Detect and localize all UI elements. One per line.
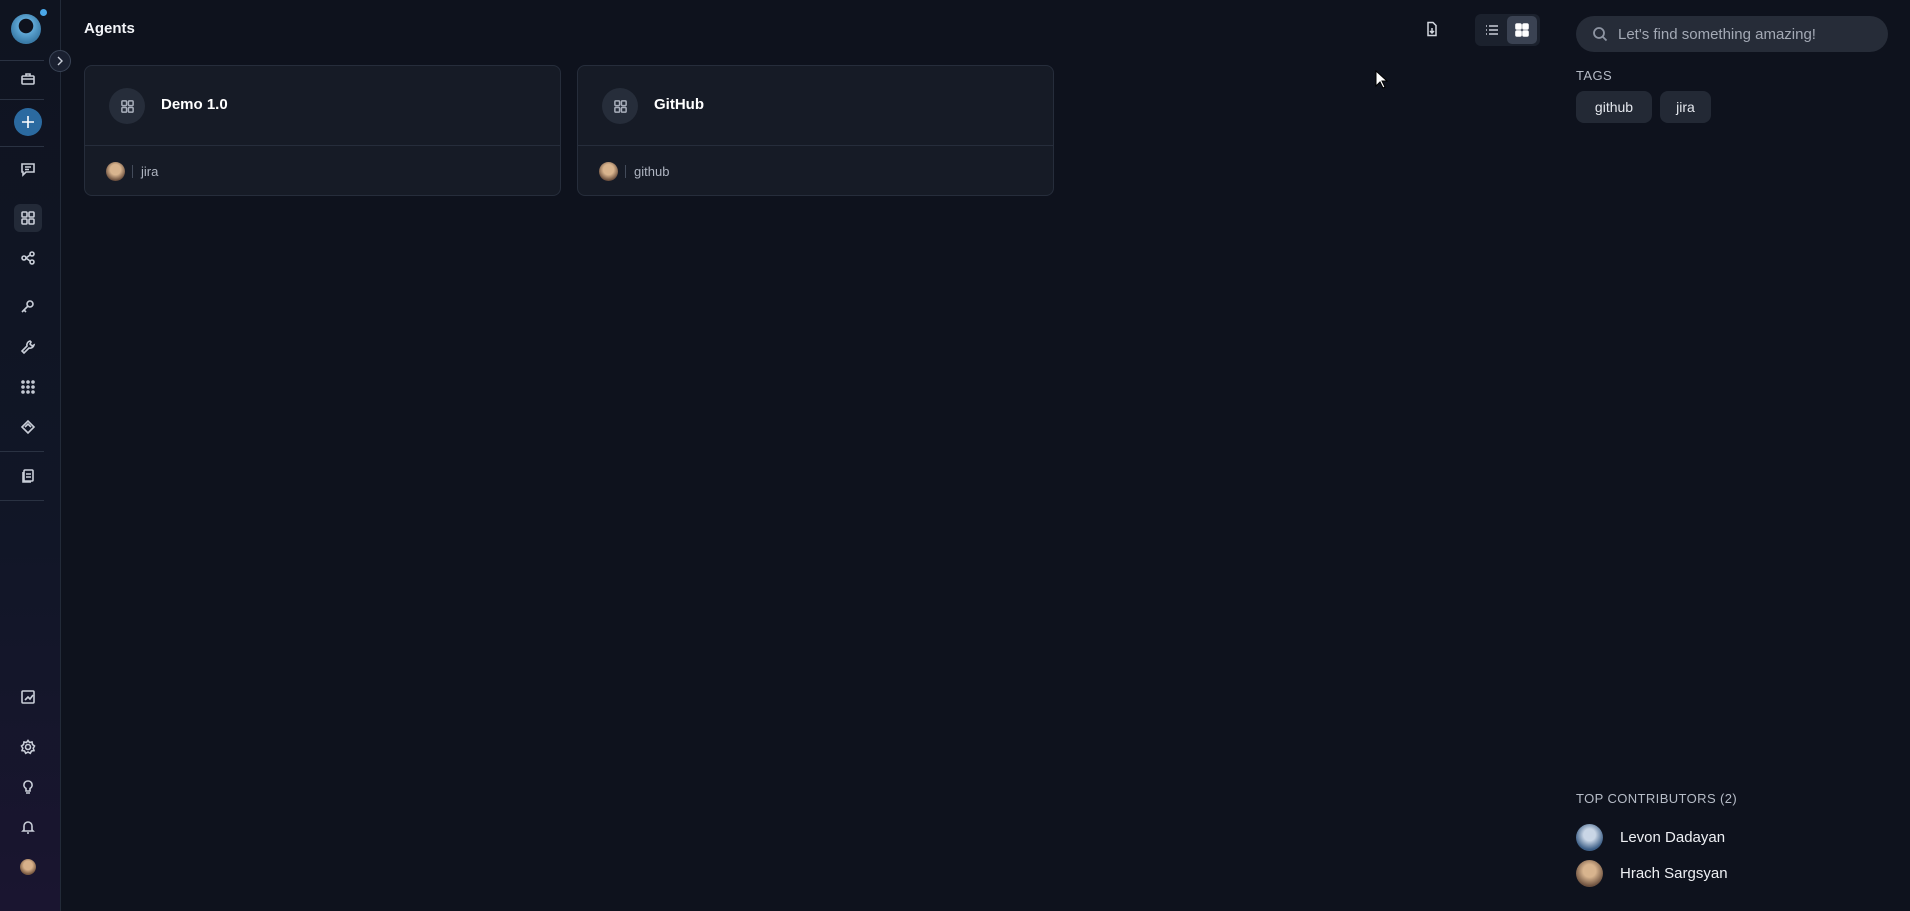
briefcase-icon bbox=[21, 73, 35, 85]
contributor-item[interactable]: Hrach Sargsyan bbox=[1576, 859, 1728, 887]
report-icon bbox=[21, 690, 35, 704]
sidebar-item-settings[interactable] bbox=[14, 733, 42, 761]
sidebar-item-notifications[interactable] bbox=[14, 813, 42, 841]
separator bbox=[625, 165, 626, 178]
agent-card-footer: github bbox=[578, 146, 1053, 196]
author-avatar bbox=[599, 162, 618, 181]
sidebar-item-prompts[interactable] bbox=[14, 413, 42, 441]
chat-icon bbox=[21, 163, 35, 177]
author-avatar bbox=[106, 162, 125, 181]
export-button[interactable] bbox=[1419, 16, 1445, 42]
sidebar bbox=[0, 0, 61, 911]
contributor-avatar bbox=[1576, 823, 1603, 851]
status-dot bbox=[40, 9, 47, 16]
top-contributors-label: TOP CONTRIBUTORS (2) bbox=[1576, 791, 1738, 806]
prompts-icon bbox=[20, 419, 36, 435]
settings-icon bbox=[20, 739, 36, 755]
sidebar-item-chat[interactable] bbox=[14, 155, 42, 183]
bell-icon bbox=[21, 821, 35, 834]
sidebar-create-button[interactable] bbox=[14, 108, 42, 136]
sidebar-item-tools[interactable] bbox=[14, 333, 42, 361]
agent-card-tag[interactable]: github bbox=[634, 164, 669, 179]
separator bbox=[132, 165, 133, 178]
agent-card-footer: jira bbox=[85, 146, 560, 196]
grid-view-button[interactable] bbox=[1507, 16, 1537, 44]
wrench-icon bbox=[20, 340, 36, 355]
contributor-avatar bbox=[1576, 859, 1603, 887]
sidebar-divider bbox=[0, 60, 44, 61]
sidebar-divider bbox=[0, 451, 44, 452]
contributor-name: Hrach Sargsyan bbox=[1620, 864, 1728, 882]
agent-card-header: Demo 1.0 bbox=[85, 66, 560, 146]
page-title: Agents bbox=[84, 20, 135, 37]
sidebar-item-documents[interactable] bbox=[14, 462, 42, 490]
tags-label: TAGS bbox=[1576, 68, 1613, 83]
sidebar-item-briefcase[interactable] bbox=[14, 65, 42, 93]
app-logo[interactable] bbox=[11, 14, 41, 44]
agent-icon bbox=[109, 88, 145, 124]
sidebar-item-flows[interactable] bbox=[14, 244, 42, 272]
key-icon bbox=[21, 300, 34, 313]
lightbulb-icon bbox=[23, 780, 33, 794]
tag-chip-github[interactable]: github bbox=[1576, 91, 1652, 123]
sidebar-item-apps[interactable] bbox=[14, 373, 42, 401]
view-toggle bbox=[1475, 14, 1540, 46]
grid-icon bbox=[120, 99, 134, 113]
search-icon bbox=[1593, 27, 1608, 42]
list-view-icon bbox=[1486, 25, 1498, 35]
agent-card[interactable]: Demo 1.0 jira bbox=[84, 65, 561, 196]
mouse-cursor-icon bbox=[1375, 70, 1389, 89]
sidebar-divider bbox=[0, 99, 44, 100]
sidebar-item-agents[interactable] bbox=[14, 204, 42, 232]
list-view-button[interactable] bbox=[1477, 16, 1507, 44]
sidebar-item-secrets[interactable] bbox=[14, 292, 42, 320]
plus-icon bbox=[22, 116, 34, 128]
sidebar-item-reports[interactable] bbox=[14, 683, 42, 711]
sidebar-item-ideas[interactable] bbox=[14, 773, 42, 801]
grid-icon bbox=[613, 99, 627, 113]
sidebar-divider bbox=[0, 146, 44, 147]
flow-icon bbox=[21, 251, 35, 265]
contributor-name: Levon Dadayan bbox=[1620, 828, 1726, 846]
user-avatar[interactable] bbox=[20, 859, 36, 875]
chevron-right-icon bbox=[57, 56, 63, 66]
sidebar-expand-button[interactable] bbox=[49, 50, 71, 72]
grid-icon bbox=[21, 211, 35, 225]
agent-card-title: GitHub bbox=[654, 96, 704, 113]
agent-icon bbox=[602, 88, 638, 124]
grid-view-icon bbox=[1515, 23, 1529, 37]
sidebar-divider bbox=[0, 500, 44, 501]
tag-chip-jira[interactable]: jira bbox=[1660, 91, 1711, 123]
agent-card-header: GitHub bbox=[578, 66, 1053, 146]
agent-card[interactable]: GitHub github bbox=[577, 65, 1054, 196]
agent-card-title: Demo 1.0 bbox=[161, 96, 228, 113]
search-box bbox=[1576, 16, 1888, 52]
export-icon bbox=[1427, 21, 1437, 37]
apps-icon bbox=[21, 380, 35, 394]
agent-card-tag[interactable]: jira bbox=[141, 164, 158, 179]
docs-icon bbox=[22, 469, 34, 483]
contributor-item[interactable]: Levon Dadayan bbox=[1576, 823, 1725, 851]
search-input[interactable] bbox=[1616, 16, 1876, 52]
